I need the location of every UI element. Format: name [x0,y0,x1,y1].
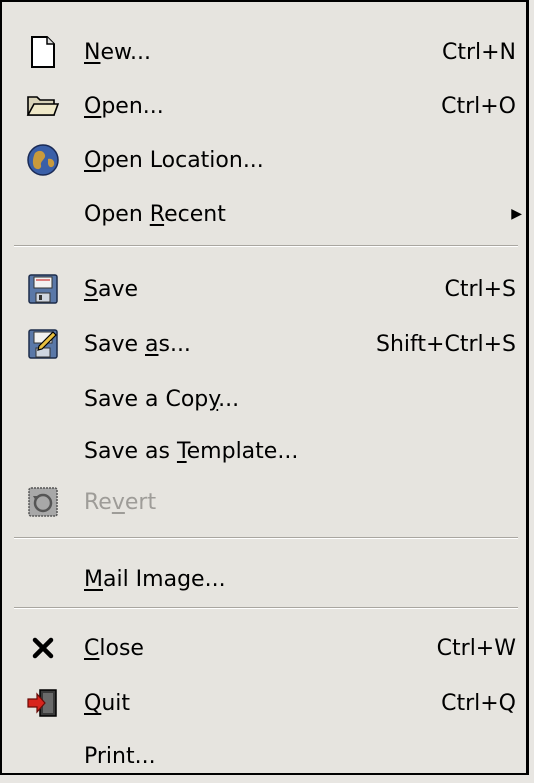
menu-item-label: Save [84,276,139,302]
shortcut-label: Ctrl+N [441,39,516,65]
menu-item-open-location[interactable]: Open Location... [2,133,526,187]
menu-item-label: Open Recent [84,201,226,227]
new-document-icon [24,33,62,71]
shortcut-label: Ctrl+W [436,635,516,661]
close-x-icon [24,629,62,667]
menu-item-print[interactable]: Print... [2,729,526,783]
save-disk-icon [24,270,62,308]
shortcut-label: Shift+Ctrl+S [376,331,516,357]
menu-item-save-as[interactable]: Save as... Shift+Ctrl+S [2,317,526,371]
shortcut-label: Ctrl+O [441,93,516,119]
quit-exit-icon [24,684,62,722]
menu-item-label: Close [84,635,144,661]
menu-item-label: Save a Copy... [84,386,240,412]
menu-item-label: Open Location... [84,147,264,173]
file-menu: New... Ctrl+N Open... Ctrl+O Open Locati… [0,0,529,775]
save-as-disk-icon [24,325,62,363]
open-folder-icon [24,87,62,125]
menu-separator [14,245,518,247]
submenu-arrow-icon: ▶ [511,206,522,222]
menu-item-save-a-copy[interactable]: Save a Copy... [2,372,526,426]
shortcut-label: Ctrl+S [444,276,516,302]
menu-item-label: Save as... [84,331,191,357]
menu-item-quit[interactable]: Quit Ctrl+Q [2,676,526,730]
menu-item-label: New... [84,39,151,65]
menu-item-save-as-template[interactable]: Save as Template... [2,424,526,478]
menu-separator [14,607,518,609]
menu-item-label: Quit [84,690,131,716]
revert-icon [24,483,62,521]
menu-item-open[interactable]: Open... Ctrl+O [2,79,526,133]
shortcut-label: Ctrl+Q [441,690,516,716]
menu-item-open-recent[interactable]: Open Recent ▶ [2,187,526,241]
globe-icon [24,141,62,179]
menu-item-label: Revert [84,489,157,515]
menu-separator [14,537,518,539]
menu-item-label: Save as Template... [84,438,299,464]
menu-item-close[interactable]: Close Ctrl+W [2,621,526,675]
menu-item-revert: Revert [2,475,526,529]
menu-item-mail-image[interactable]: Mail Image... [2,552,526,606]
menu-item-save[interactable]: Save Ctrl+S [2,262,526,316]
menu-item-label: Print... [84,743,156,769]
menu-item-label: Mail Image... [84,566,226,592]
menu-item-label: Open... [84,93,164,119]
menu-item-new[interactable]: New... Ctrl+N [2,25,526,79]
